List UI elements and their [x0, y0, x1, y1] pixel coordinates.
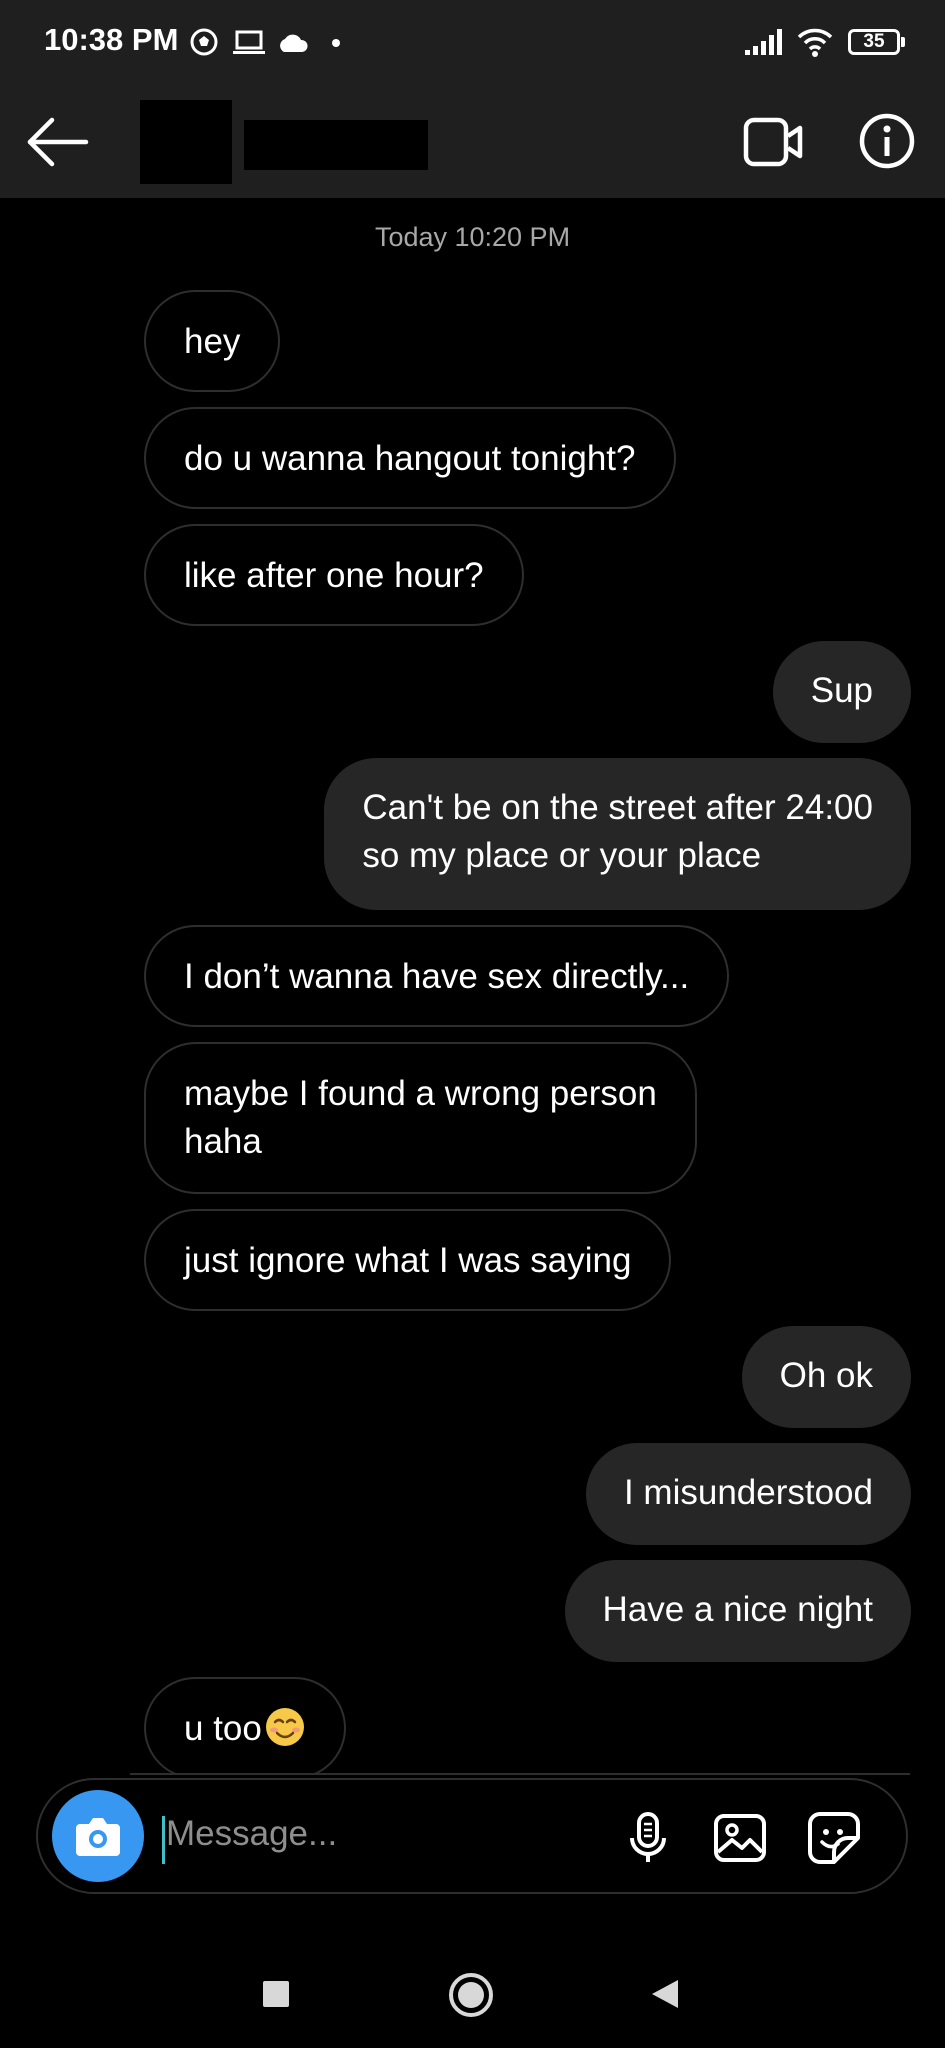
text-cursor [162, 1816, 165, 1864]
message-text: I don’t wanna have sex directly... [184, 957, 690, 996]
microphone-icon[interactable] [620, 1810, 676, 1866]
message-incoming[interactable]: just ignore what I was saying [144, 1209, 672, 1311]
message-incoming[interactable]: u too [144, 1677, 346, 1779]
image-icon[interactable] [712, 1810, 768, 1866]
contact-name-redacted[interactable] [244, 120, 428, 170]
message-outgoing[interactable]: Can't be on the street after 24:00 so my… [324, 758, 911, 910]
message-incoming[interactable]: I don’t wanna have sex directly... [144, 925, 730, 1027]
message-text: Oh ok [779, 1356, 873, 1395]
message-incoming[interactable]: like after one hour? [144, 524, 524, 626]
message-incoming[interactable]: maybe I found a wrong person haha [144, 1042, 697, 1194]
message-text: I misunderstood [623, 1473, 873, 1512]
battery-tip [901, 37, 905, 47]
message-outgoing[interactable]: Oh ok [741, 1326, 911, 1428]
info-icon[interactable] [858, 112, 916, 170]
avatar[interactable] [140, 100, 232, 184]
message-composer: Message... [36, 1778, 908, 1894]
message-text: do u wanna hangout tonight? [184, 439, 636, 478]
video-call-icon[interactable] [742, 114, 804, 170]
message-incoming[interactable]: do u wanna hangout tonight? [144, 407, 676, 509]
arrow-left-icon[interactable] [26, 116, 90, 168]
message-text-line: haha [184, 1122, 262, 1161]
smiling-face-emoji [265, 1708, 304, 1746]
message-text-line: so my place or your place [362, 836, 762, 875]
camera-icon [76, 1818, 120, 1856]
soccer-ball-icon [190, 28, 218, 56]
wifi-icon [797, 28, 833, 57]
message-text-line: Can't be on the street after 24:00 [362, 788, 873, 827]
status-time: 10:38 PM [44, 22, 179, 57]
message-outgoing[interactable]: I misunderstood [585, 1443, 911, 1545]
system-nav-bar [0, 1940, 945, 2048]
cloud-icon [280, 34, 308, 52]
message-input[interactable]: Message... [166, 1814, 337, 1854]
sticker-icon[interactable] [806, 1810, 862, 1866]
message-incoming[interactable]: hey [144, 290, 281, 392]
message-text: Have a nice night [602, 1590, 873, 1629]
status-bar: 10:38 PM 35 [0, 0, 945, 86]
message-text: Sup [810, 671, 873, 710]
message-text: like after one hour? [184, 556, 484, 595]
message-text-line: maybe I found a wrong person [184, 1074, 657, 1113]
chat-timestamp: Today 10:20 PM [374, 222, 571, 252]
back-triangle-icon[interactable] [650, 1978, 680, 2010]
laptop-icon [233, 30, 265, 54]
camera-button[interactable] [52, 1790, 144, 1882]
dot-icon [332, 39, 340, 47]
message-text: hey [184, 322, 241, 361]
chat-header [0, 86, 945, 198]
battery-icon: 35 [848, 29, 900, 55]
message-text: just ignore what I was saying [184, 1241, 632, 1280]
message-text: u too [184, 1709, 262, 1748]
signal-icon [745, 29, 782, 55]
home-circle-icon[interactable] [448, 1972, 494, 2018]
recents-square-icon[interactable] [262, 1980, 290, 2008]
message-outgoing[interactable]: Have a nice night [564, 1560, 911, 1662]
message-outgoing[interactable]: Sup [772, 641, 911, 743]
battery-level: 35 [863, 31, 885, 52]
